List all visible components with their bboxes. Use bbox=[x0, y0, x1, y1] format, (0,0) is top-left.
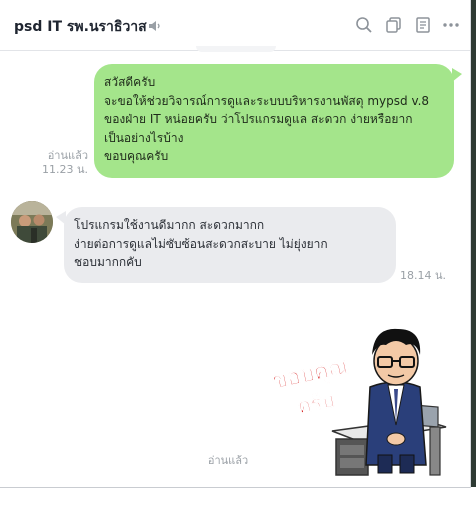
message-line: ชอบมากกคับ bbox=[74, 255, 142, 269]
message-line: ง่ายต่อการดูแลไม่ซับซ้อนสะดวกสะบาย ไม่ยุ… bbox=[74, 236, 328, 251]
message-line: ขอบคุณครับ bbox=[104, 149, 169, 163]
chat-window: psd IT รพ.นราธิวาส อ่านแล้ว 11.23 น. สวั… bbox=[0, 0, 471, 488]
sticker-text-line1: ขอบคุณ bbox=[270, 354, 351, 396]
previous-message-edge bbox=[196, 46, 276, 52]
bubble-tail bbox=[452, 68, 462, 82]
sticker-read-status: อ่านแล้ว bbox=[207, 454, 249, 467]
background-strip bbox=[471, 0, 476, 487]
avatar-photo-icon bbox=[11, 201, 53, 243]
incoming-message-time: 18.14 น. bbox=[400, 269, 447, 282]
chat-title: psd IT รพ.นราธิวาส bbox=[14, 19, 147, 35]
contact-avatar[interactable] bbox=[11, 201, 53, 243]
thank-you-sticker[interactable]: ขอบคุณ ครับ bbox=[270, 315, 450, 479]
read-label: อ่านแล้ว bbox=[47, 149, 88, 162]
incoming-message-bubble[interactable]: โปรแกรมใช้งานดีมากก สะดวกมากก ง่ายต่อการ… bbox=[56, 207, 396, 283]
message-line: เป็นอย่างไรบ้าง bbox=[104, 130, 184, 145]
sticker-text-line2: ครับ bbox=[295, 387, 336, 418]
message-line: ของฝ่าย IT หน่อยครับ ว่าโปรแกรมดูแล สะดว… bbox=[104, 112, 413, 126]
chat-header: psd IT รพ.นราธิวาส bbox=[0, 0, 470, 51]
message-line: โปรแกรมใช้งานดีมากก สะดวกมากก bbox=[74, 218, 265, 232]
search-icon[interactable] bbox=[354, 15, 374, 35]
speaker-mute-icon[interactable] bbox=[148, 19, 162, 33]
more-icon[interactable] bbox=[441, 15, 461, 35]
notes-icon[interactable] bbox=[413, 15, 433, 35]
message-line: สวัสดีครับ bbox=[104, 75, 156, 89]
message-line: จะขอให้ช่วยวิจารณ์การดูและระบบบริหารงานพ… bbox=[104, 93, 430, 108]
message-time: 11.23 น. bbox=[41, 163, 88, 176]
outgoing-message-bubble[interactable]: สวัสดีครับ จะขอให้ช่วยวิจารณ์การดูและระบ… bbox=[94, 64, 462, 178]
copy-icon[interactable] bbox=[384, 15, 404, 35]
outgoing-read-status: อ่านแล้ว 11.23 น. bbox=[36, 149, 88, 177]
bubble-tail bbox=[56, 211, 66, 225]
